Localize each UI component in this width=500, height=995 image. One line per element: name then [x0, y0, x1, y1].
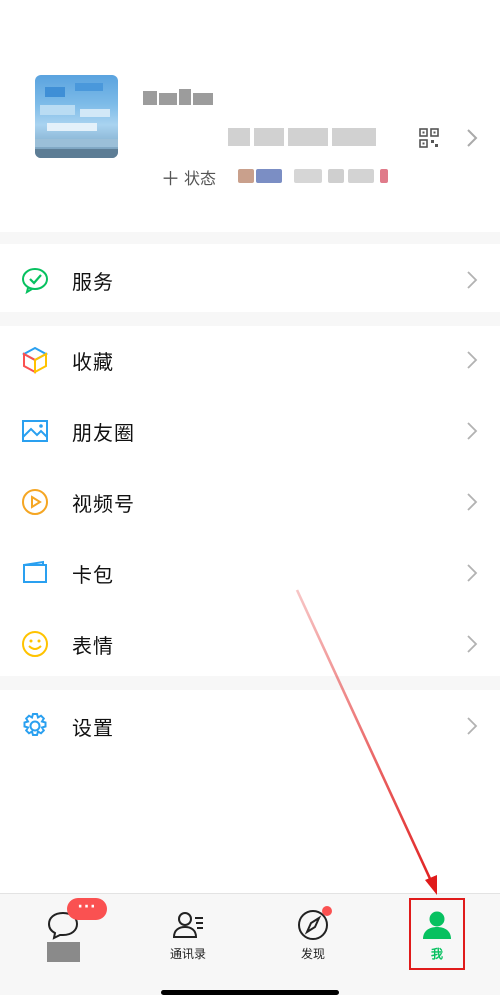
- chats-label-blurred: [47, 942, 80, 962]
- tab-discover[interactable]: 发现: [263, 894, 363, 974]
- discover-red-dot: [322, 906, 332, 916]
- services-icon: [22, 268, 48, 294]
- plus-icon: ＋: [161, 167, 181, 190]
- add-status-button[interactable]: ＋ 状态: [153, 164, 224, 190]
- menu-item-settings[interactable]: 设置: [0, 694, 500, 758]
- contacts-icon: [172, 912, 203, 938]
- status-label: 状态: [184, 169, 217, 188]
- menu-label-favorites: 收藏: [72, 349, 114, 374]
- image-icon: [22, 420, 48, 442]
- chevron-right-icon: [467, 422, 478, 440]
- friends-status-blurred[interactable]: [238, 167, 398, 185]
- menu-item-channels[interactable]: 视频号: [0, 470, 500, 534]
- qr-code-icon[interactable]: [419, 128, 439, 148]
- chevron-right-icon[interactable]: [465, 127, 479, 149]
- chevron-right-icon: [467, 635, 478, 653]
- chevron-right-icon: [467, 351, 478, 369]
- unread-badge: ···: [67, 898, 107, 920]
- cube-icon: [21, 346, 49, 374]
- section-divider: [0, 232, 500, 244]
- empty-space: [0, 758, 500, 893]
- section-divider: [0, 312, 500, 326]
- chevron-right-icon: [467, 717, 478, 735]
- menu-label-stickers: 表情: [72, 633, 114, 658]
- home-indicator: [161, 990, 339, 995]
- gear-icon: [23, 713, 47, 736]
- chevron-right-icon: [467, 493, 478, 511]
- menu-label-cards: 卡包: [72, 562, 114, 587]
- menu-label-moments: 朋友圈: [72, 420, 135, 445]
- wallet-icon: [23, 560, 47, 583]
- avatar[interactable]: [35, 75, 118, 158]
- menu-item-moments[interactable]: 朋友圈: [0, 399, 500, 463]
- nickname-blurred: [143, 87, 215, 107]
- profile-header[interactable]: ＋ 状态: [0, 0, 500, 232]
- menu-item-services[interactable]: 服务: [0, 248, 500, 312]
- tab-label-contacts: 通讯录: [169, 947, 206, 961]
- menu-label-channels: 视频号: [72, 491, 135, 516]
- play-circle-icon: [22, 489, 48, 515]
- annotation-highlight-box: [409, 898, 465, 970]
- tab-contacts[interactable]: 通讯录: [138, 894, 238, 974]
- chevron-right-icon: [467, 271, 478, 289]
- chevron-right-icon: [467, 564, 478, 582]
- smiley-icon: [22, 631, 48, 657]
- menu-item-cards[interactable]: 卡包: [0, 541, 500, 605]
- menu-label-services: 服务: [72, 269, 114, 294]
- wechat-id-blurred: [228, 128, 378, 146]
- menu-item-favorites[interactable]: 收藏: [0, 328, 500, 392]
- menu-item-stickers[interactable]: 表情: [0, 612, 500, 676]
- menu-label-settings: 设置: [72, 715, 114, 740]
- section-divider: [0, 676, 500, 690]
- tab-label-discover: 发现: [300, 947, 325, 961]
